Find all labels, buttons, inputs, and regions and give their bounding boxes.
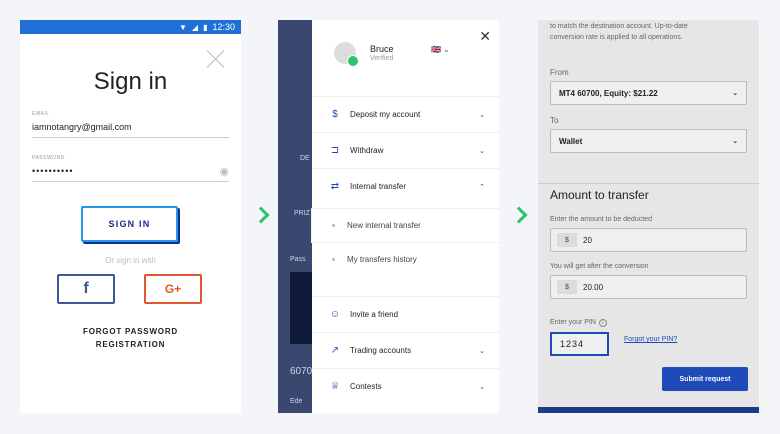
user-name: Bruce [370, 44, 394, 54]
currency-badge: $ [557, 233, 577, 247]
password-field[interactable]: •••••••••• [32, 166, 74, 176]
email-field[interactable]: iamnotangry@gmail.com [32, 122, 132, 132]
signin-button[interactable]: SIGN IN [81, 206, 178, 242]
submenu-transfers-history[interactable]: My transfers history [312, 243, 499, 276]
registration-link[interactable]: REGISTRATION [20, 340, 241, 349]
menu-item-internal-transfer[interactable]: ⇄ Internal transfer ⌃ [312, 168, 499, 204]
chevron-right-icon [253, 205, 267, 225]
submenu-label: My transfers history [347, 255, 417, 264]
menu-item-invite-friend[interactable]: ☺ Invite a friend [312, 296, 499, 332]
submit-request-button[interactable]: Submit request [662, 367, 748, 391]
submenu-new-internal-transfer[interactable]: New internal transfer [312, 209, 499, 242]
to-select[interactable]: Wallet ⌄ [550, 129, 747, 153]
chevron-up-icon: ⌃ [479, 183, 485, 191]
withdraw-icon: ⊐ [330, 145, 340, 156]
eye-icon[interactable]: ◉ [219, 165, 229, 178]
email-underline [32, 137, 229, 138]
menu-item-label: Invite a friend [350, 310, 399, 319]
forgot-password-link[interactable]: FORGOT PASSWORD [20, 327, 241, 336]
menu-item-trading-accounts[interactable]: ↗ Trading accounts ⌄ [312, 332, 499, 368]
avatar [334, 42, 359, 67]
close-icon[interactable] [207, 50, 225, 68]
facebook-icon: f [83, 280, 89, 297]
language-selector[interactable]: 🇬🇧 ⌄ [431, 45, 450, 54]
invite-icon: ☺ [329, 309, 341, 320]
status-bar: ▼ ◢ ▮ 12:30 [20, 20, 241, 34]
info-icon[interactable]: i [598, 319, 607, 327]
password-underline [32, 181, 229, 182]
menu-item-label: Contests [350, 382, 382, 391]
menu-item-deposit[interactable]: $ Deposit my account ⌄ [312, 96, 499, 132]
trophy-icon: ♕ [330, 381, 340, 392]
chevron-down-icon: ⌄ [479, 111, 485, 119]
bullet-icon [332, 224, 335, 227]
menu-item-label: Trading accounts [350, 346, 412, 355]
pin-label: Enter your PIN [550, 319, 596, 326]
bottom-bar [538, 407, 759, 413]
converted-amount-input[interactable]: $ 20.00 [550, 275, 747, 299]
menu-item-label: Internal transfer [350, 182, 407, 191]
section-heading: Amount to transfer [550, 188, 649, 202]
chart-icon: ↗ [330, 345, 340, 356]
chevron-down-icon: ⌄ [732, 138, 738, 145]
converted-value: 20.00 [583, 282, 604, 292]
divider [538, 183, 759, 184]
dollar-icon: $ [332, 109, 338, 120]
background-text: Ede [290, 398, 303, 405]
menu-item-label: Withdraw [350, 146, 384, 155]
battery-icon: ▮ [203, 22, 208, 32]
pin-label-row: Enter your PIN i [550, 319, 607, 327]
chevron-down-icon: ⌄ [479, 383, 485, 391]
deduct-amount-input[interactable]: $ 20 [550, 228, 747, 252]
from-label: From [550, 68, 569, 77]
submenu-label: New internal transfer [347, 221, 421, 230]
currency-badge: $ [557, 280, 577, 294]
chevron-down-icon: ⌄ [732, 90, 738, 97]
intro-text: to match the destination account. Up-to-… [550, 23, 688, 30]
intro-text: conversion rate is applied to all operat… [550, 34, 683, 41]
page-title: Sign in [93, 68, 168, 95]
deduct-value: 20 [583, 235, 592, 245]
chevron-down-icon: ⌄ [479, 347, 485, 355]
transfer-icon: ⇄ [330, 181, 340, 192]
background-text: PRIZ [294, 210, 310, 217]
google-button[interactable]: G+ [144, 274, 202, 304]
facebook-button[interactable]: f [57, 274, 115, 304]
wifi-icon: ▼ [178, 22, 187, 32]
chevron-down-icon: ⌄ [479, 147, 485, 155]
from-value: MT4 60700, Equity: $21.22 [559, 88, 658, 98]
menu-screen: DE PRIZ Pass 6070 Ede ✕ Bruce Verified 🇬… [278, 20, 499, 413]
menu-item-contests[interactable]: ♕ Contests ⌄ [312, 368, 499, 404]
background-text: DE [300, 155, 310, 162]
google-plus-icon: G+ [164, 282, 182, 296]
to-value: Wallet [559, 136, 583, 146]
signin-screen: ▼ ◢ ▮ 12:30 Sign in EMAIL iamnotangry@gm… [20, 20, 241, 413]
canvas: ▼ ◢ ▮ 12:30 Sign in EMAIL iamnotangry@gm… [0, 0, 780, 434]
email-label: EMAIL [32, 111, 50, 117]
forgot-pin-link[interactable]: Forgot your PIN? [624, 336, 677, 343]
menu-item-label: Deposit my account [350, 110, 421, 119]
background-image [290, 272, 312, 344]
chevron-right-icon [511, 205, 525, 225]
to-label: To [550, 116, 559, 125]
from-select[interactable]: MT4 60700, Equity: $21.22 ⌄ [550, 81, 747, 105]
bullet-icon [332, 258, 335, 261]
deduct-label: Enter the amount to be deducted [550, 216, 652, 223]
verified-status: Verified [370, 55, 394, 62]
background-text: Pass [290, 256, 306, 263]
or-sign-in-text: Or sign in with [105, 256, 156, 265]
signal-icon: ◢ [191, 22, 199, 32]
transfer-screen: to match the destination account. Up-to-… [538, 20, 759, 413]
close-icon[interactable]: ✕ [479, 28, 491, 45]
menu-item-withdraw[interactable]: ⊐ Withdraw ⌄ [312, 132, 499, 168]
password-label: PASSWORD [32, 155, 65, 161]
status-time: 12:30 [212, 22, 235, 32]
convert-label: You will get after the conversion [550, 263, 649, 270]
background-text: 6070 [290, 366, 313, 377]
pin-input[interactable]: 1234 [550, 332, 609, 356]
